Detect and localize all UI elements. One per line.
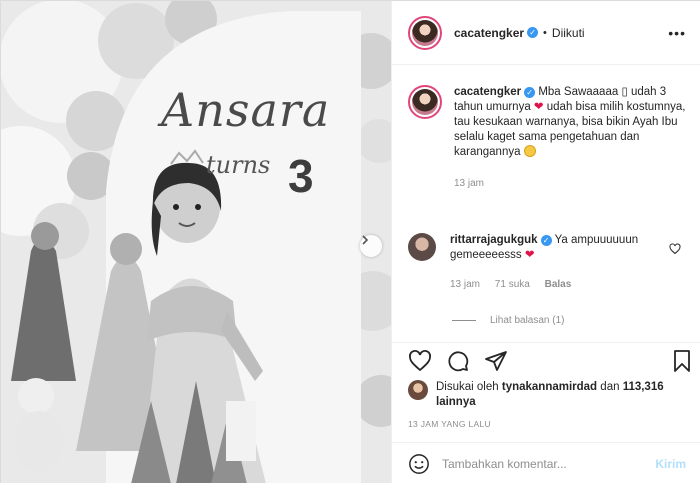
submit-comment-button[interactable]: Kirim (655, 457, 686, 471)
next-photo-button[interactable] (360, 235, 382, 257)
likes-middle: dan (600, 381, 620, 393)
instagram-post: Ansara turns 3 cacatengker ✓ • Diikuti •… (0, 0, 700, 483)
likes-count[interactable]: 113,316 (623, 381, 664, 393)
banner-name-text: Ansara (161, 83, 331, 137)
comment-body: rittarrajagukguk ✓ Ya ampuuuuuun gemeeeee… (450, 233, 670, 292)
post-header: cacatengker ✓ • Diikuti ••• (392, 1, 700, 65)
follow-status-button[interactable]: Diikuti (552, 26, 585, 40)
view-replies-button[interactable]: Lihat balasan (1) (452, 315, 565, 326)
banner-turns-text: turns (206, 151, 271, 179)
post-sidebar: cacatengker ✓ • Diikuti ••• cacatengker ✓… (391, 1, 700, 483)
comment-icon[interactable] (446, 349, 470, 373)
commenter-username[interactable]: rittarrajagukguk (450, 234, 538, 246)
likes-suffix[interactable]: lainnya (436, 396, 476, 408)
reply-button[interactable]: Balas (545, 279, 572, 290)
comments-section[interactable]: cacatengker ✓ Mba Sawaaaaa ▯ udah 3 tahun… (392, 65, 700, 343)
comment-time[interactable]: 13 jam (450, 279, 480, 290)
bookmark-icon[interactable] (670, 349, 694, 373)
photo-scene (1, 1, 391, 483)
author-username[interactable]: cacatengker (454, 26, 524, 40)
verified-badge-icon: ✓ (527, 27, 539, 38)
post-photo[interactable]: Ansara turns 3 (1, 1, 391, 483)
caption-body: cacatengker ✓ Mba Sawaaaaa ▯ udah 3 tahun… (454, 86, 686, 191)
share-icon[interactable] (484, 349, 508, 373)
more-options-icon[interactable]: ••• (668, 25, 686, 41)
chevron-right-icon (362, 235, 369, 245)
grimace-emoji-icon (523, 145, 536, 157)
heart-emoji-icon: ❤ (524, 249, 535, 261)
comment-input[interactable] (442, 456, 656, 471)
add-comment-bar: Kirim (392, 442, 700, 483)
banner-age-text: 3 (288, 150, 314, 202)
comment-meta: 13 jam 71 suka Balas (450, 277, 670, 292)
caption-text-1: Mba Sawaaaaa (538, 86, 619, 98)
likes-summary: Disukai oleh tynakannamirdad dan 113,316… (408, 380, 688, 410)
caption-time[interactable]: 13 jam (454, 176, 686, 191)
action-bar (392, 343, 700, 379)
header-separator: • (543, 26, 547, 39)
verified-badge-icon: ✓ (540, 235, 552, 246)
likes-text: Disukai oleh tynakannamirdad dan 113,316… (436, 380, 688, 410)
liker-username[interactable]: tynakannamirdad (502, 381, 597, 393)
view-replies-label: Lihat balasan (1) (490, 315, 565, 326)
post-caption: cacatengker ✓ Mba Sawaaaaa ▯ udah 3 tahun… (408, 85, 688, 191)
commenter-avatar[interactable] (408, 233, 436, 261)
likes-prefix: Disukai oleh (436, 381, 499, 393)
posted-time[interactable]: 13 JAM YANG LALU (408, 419, 491, 429)
author-avatar[interactable] (408, 15, 442, 50)
caption-avatar[interactable] (408, 85, 442, 119)
smile-icon[interactable] (408, 453, 430, 475)
heart-emoji-icon: ❤ (533, 101, 544, 113)
verified-badge-icon: ✓ (524, 87, 536, 98)
liker-avatar[interactable] (408, 380, 428, 400)
caption-username[interactable]: cacatengker (454, 86, 521, 98)
comment-like-heart-icon[interactable] (669, 243, 681, 255)
comment-item: rittarrajagukguk ✓ Ya ampuuuuuun gemeeeee… (408, 233, 693, 292)
heart-icon[interactable] (408, 349, 432, 373)
comment-likes[interactable]: 71 suka (495, 279, 530, 290)
